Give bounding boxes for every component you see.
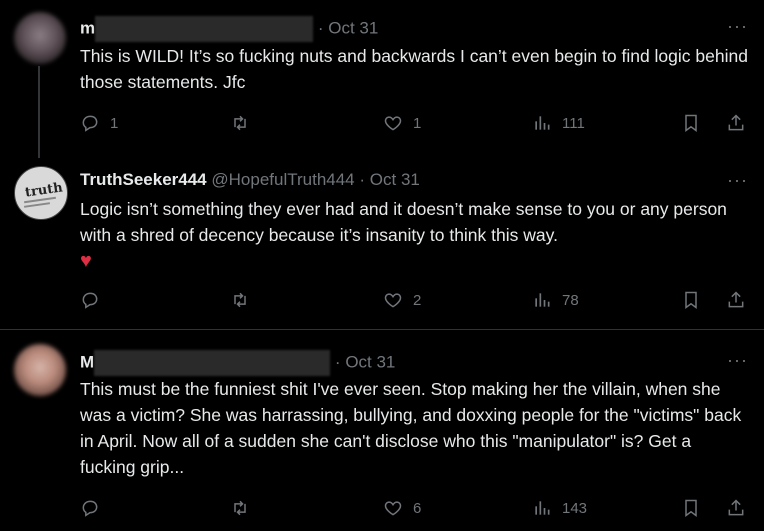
redacted-name [95, 16, 314, 42]
views-count: 78 [562, 291, 579, 309]
tweet-3[interactable]: M · Oct 31 ··· This must be the funniest… [0, 330, 764, 531]
bookmark-button[interactable] [681, 290, 701, 310]
tweet-2[interactable]: truth TruthSeeker444 @HopefulTruth444 · … [0, 150, 764, 328]
reply-icon [82, 292, 98, 309]
share-icon [728, 291, 744, 308]
tweet-text: Logic isn’t something they ever had and … [80, 196, 750, 274]
retweet-button[interactable] [230, 498, 260, 518]
heart-icon [384, 501, 402, 516]
like-count: 1 [413, 114, 422, 132]
retweet-button[interactable] [230, 113, 260, 133]
avatar[interactable]: truth [14, 166, 68, 220]
retweet-icon [234, 500, 246, 516]
redacted-name [94, 350, 331, 376]
author-name[interactable]: M [80, 352, 94, 371]
author-handle[interactable]: @HopefulTruth444 [211, 170, 354, 189]
reply-icon [82, 115, 98, 132]
tweet-header: TruthSeeker444 @HopefulTruth444 · Oct 31 [80, 170, 420, 190]
tweet-text: This must be the funniest shit I've ever… [80, 379, 742, 477]
reply-button[interactable]: 1 [80, 113, 118, 133]
avatar-detail [23, 202, 51, 208]
reply-icon [82, 500, 98, 517]
reply-button[interactable] [80, 290, 110, 310]
bookmark-button[interactable] [681, 113, 701, 133]
heart-icon [384, 116, 402, 131]
thread-connector [38, 66, 40, 158]
tweet-actions: 2 78 [80, 290, 750, 314]
more-options-icon[interactable]: ··· [727, 350, 748, 371]
retweet-icon [234, 292, 246, 308]
tweet-date[interactable]: Oct 31 [345, 352, 395, 371]
bookmark-button[interactable] [681, 498, 701, 518]
like-button[interactable]: 6 [383, 498, 421, 518]
tweet-header: m · Oct 31 [80, 16, 378, 42]
tweet-text: This is WILD! It’s so fucking nuts and b… [80, 46, 748, 92]
views-count: 143 [562, 499, 588, 517]
author-name[interactable]: TruthSeeker444 [80, 170, 207, 189]
tweet-actions: 1 1 111 [80, 113, 750, 137]
tweet-header: M · Oct 31 [80, 350, 395, 376]
like-button[interactable]: 1 [383, 113, 421, 133]
share-button[interactable] [726, 113, 746, 133]
share-icon [728, 114, 744, 131]
tweet-date[interactable]: Oct 31 [370, 170, 420, 189]
more-options-icon[interactable]: ··· [727, 16, 748, 37]
reply-button[interactable] [80, 498, 110, 518]
separator: · [334, 352, 341, 372]
author-name[interactable]: m [80, 18, 95, 37]
like-button[interactable]: 2 [383, 290, 421, 310]
views-icon [535, 501, 550, 515]
tweet-1[interactable]: m · Oct 31 ··· This is WILD! It’s so fuc… [0, 0, 764, 158]
bookmark-icon [685, 499, 697, 517]
heart-icon [384, 293, 402, 308]
separator: · [317, 18, 324, 38]
avatar[interactable] [14, 12, 66, 64]
reply-count: 1 [110, 114, 119, 132]
retweet-button[interactable] [230, 290, 260, 310]
share-button[interactable] [726, 498, 746, 518]
views-button[interactable]: 111 [532, 113, 585, 133]
tweet-text-content: Logic isn’t something they ever had and … [80, 199, 727, 245]
views-button[interactable]: 78 [532, 290, 579, 310]
bookmark-icon [685, 114, 697, 132]
share-button[interactable] [726, 290, 746, 310]
views-icon [535, 116, 550, 130]
views-count: 111 [562, 114, 585, 132]
views-button[interactable]: 143 [532, 498, 587, 518]
like-count: 6 [413, 499, 422, 517]
like-count: 2 [413, 291, 422, 309]
retweet-icon [234, 115, 246, 131]
share-icon [728, 499, 744, 516]
tweet-date[interactable]: Oct 31 [328, 18, 378, 37]
red-heart-emoji: ♥ [80, 250, 92, 272]
bookmark-icon [685, 291, 697, 309]
more-options-icon[interactable]: ··· [727, 170, 748, 191]
views-icon [535, 293, 550, 307]
avatar[interactable] [14, 344, 66, 396]
tweet-actions: 6 143 [80, 498, 750, 522]
separator: · [359, 170, 366, 189]
